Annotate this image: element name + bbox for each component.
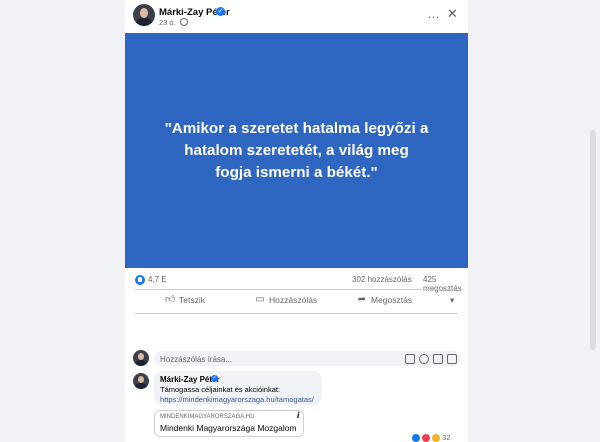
comment-input-icons xyxy=(405,354,457,364)
reactions-count[interactable]: 4,7 E xyxy=(148,275,167,284)
comments-section: Hozzászólás írása... Márki-Zay Péter ✓ T… xyxy=(125,342,468,442)
scrollbar[interactable] xyxy=(590,130,596,350)
thumbs-up-icon: 👍︎ xyxy=(165,294,176,305)
post-meta: 23 ó. xyxy=(159,18,188,27)
share-button[interactable]: ➦ Megosztás xyxy=(357,294,413,306)
post-timestamp[interactable]: 23 ó. xyxy=(159,18,176,27)
post-header: Márki-Zay Péter ✓ 23 ó. … ✕ xyxy=(125,0,468,33)
share-label: Megosztás xyxy=(371,295,413,305)
post-image[interactable]: "Amikor a szeretet hatalma legyőzi a hat… xyxy=(125,33,468,268)
author-avatar[interactable] xyxy=(133,4,155,26)
link-preview[interactable]: MINDENKIMAGYARORSZAGA.HU Mindenki Magyar… xyxy=(154,410,304,437)
comment-button[interactable]: ▭ Hozzászólás xyxy=(255,294,318,306)
close-icon[interactable]: ✕ xyxy=(447,6,458,22)
emoji-icon[interactable] xyxy=(419,354,429,364)
divider xyxy=(135,313,458,314)
comments-count[interactable]: 302 hozzászólás xyxy=(352,275,412,284)
comment-reaction-count: 32 xyxy=(442,433,451,442)
share-icon: ➦ xyxy=(357,294,367,305)
gif-icon[interactable] xyxy=(447,354,457,364)
haha-reaction-icon xyxy=(432,433,440,442)
chevron-down-icon[interactable]: ▾ xyxy=(450,295,454,306)
post-card: Márki-Zay Péter ✓ 23 ó. … ✕ "Amikor a sz… xyxy=(125,0,468,442)
link-preview-domain: MINDENKIMAGYARORSZAGA.HU xyxy=(160,414,255,420)
verified-badge-icon: ✓ xyxy=(211,375,218,382)
globe-icon xyxy=(179,18,188,26)
info-icon[interactable]: i xyxy=(297,410,300,420)
comment-link[interactable]: https://mindenkimagyarorszaga.hu/tamogat… xyxy=(160,395,314,404)
camera-icon[interactable] xyxy=(433,354,443,364)
love-reaction-icon xyxy=(422,433,430,442)
sticker-icon[interactable] xyxy=(405,354,415,364)
shares-count[interactable]: 425 megosztás xyxy=(423,275,468,293)
divider xyxy=(135,289,458,290)
comment-input[interactable]: Hozzászólás írása... xyxy=(154,351,461,366)
comment-text: Támogassa céljainkat és akcióinkat: xyxy=(160,385,281,394)
commenter-avatar[interactable] xyxy=(133,373,149,389)
comment-label: Hozzászólás xyxy=(269,295,318,305)
comment-bubble: Márki-Zay Péter ✓ Támogassa céljainkat é… xyxy=(154,371,322,405)
like-reaction-icon xyxy=(135,275,145,285)
comment-input-placeholder: Hozzászólás írása... xyxy=(160,354,233,364)
user-avatar[interactable] xyxy=(133,350,149,366)
like-button[interactable]: 👍︎ Tetszik xyxy=(165,294,205,306)
verified-badge-icon: ✓ xyxy=(216,7,225,16)
post-stats: 4,7 E 302 hozzászólás 425 megosztás xyxy=(125,271,468,293)
link-preview-title: Mindenki Magyarországa Mozgalom xyxy=(160,423,297,433)
quote-text: "Amikor a szeretet hatalma legyőzi a hat… xyxy=(164,119,429,181)
like-label: Tetszik xyxy=(179,295,205,305)
more-options-icon[interactable]: … xyxy=(427,6,440,22)
comment-icon: ▭ xyxy=(255,294,265,305)
like-reaction-icon xyxy=(412,433,420,442)
comment-reactions[interactable]: 32 xyxy=(412,433,450,442)
post-actions: 👍︎ Tetszik ▭ Hozzászólás ➦ Megosztás ▾ xyxy=(125,292,468,310)
